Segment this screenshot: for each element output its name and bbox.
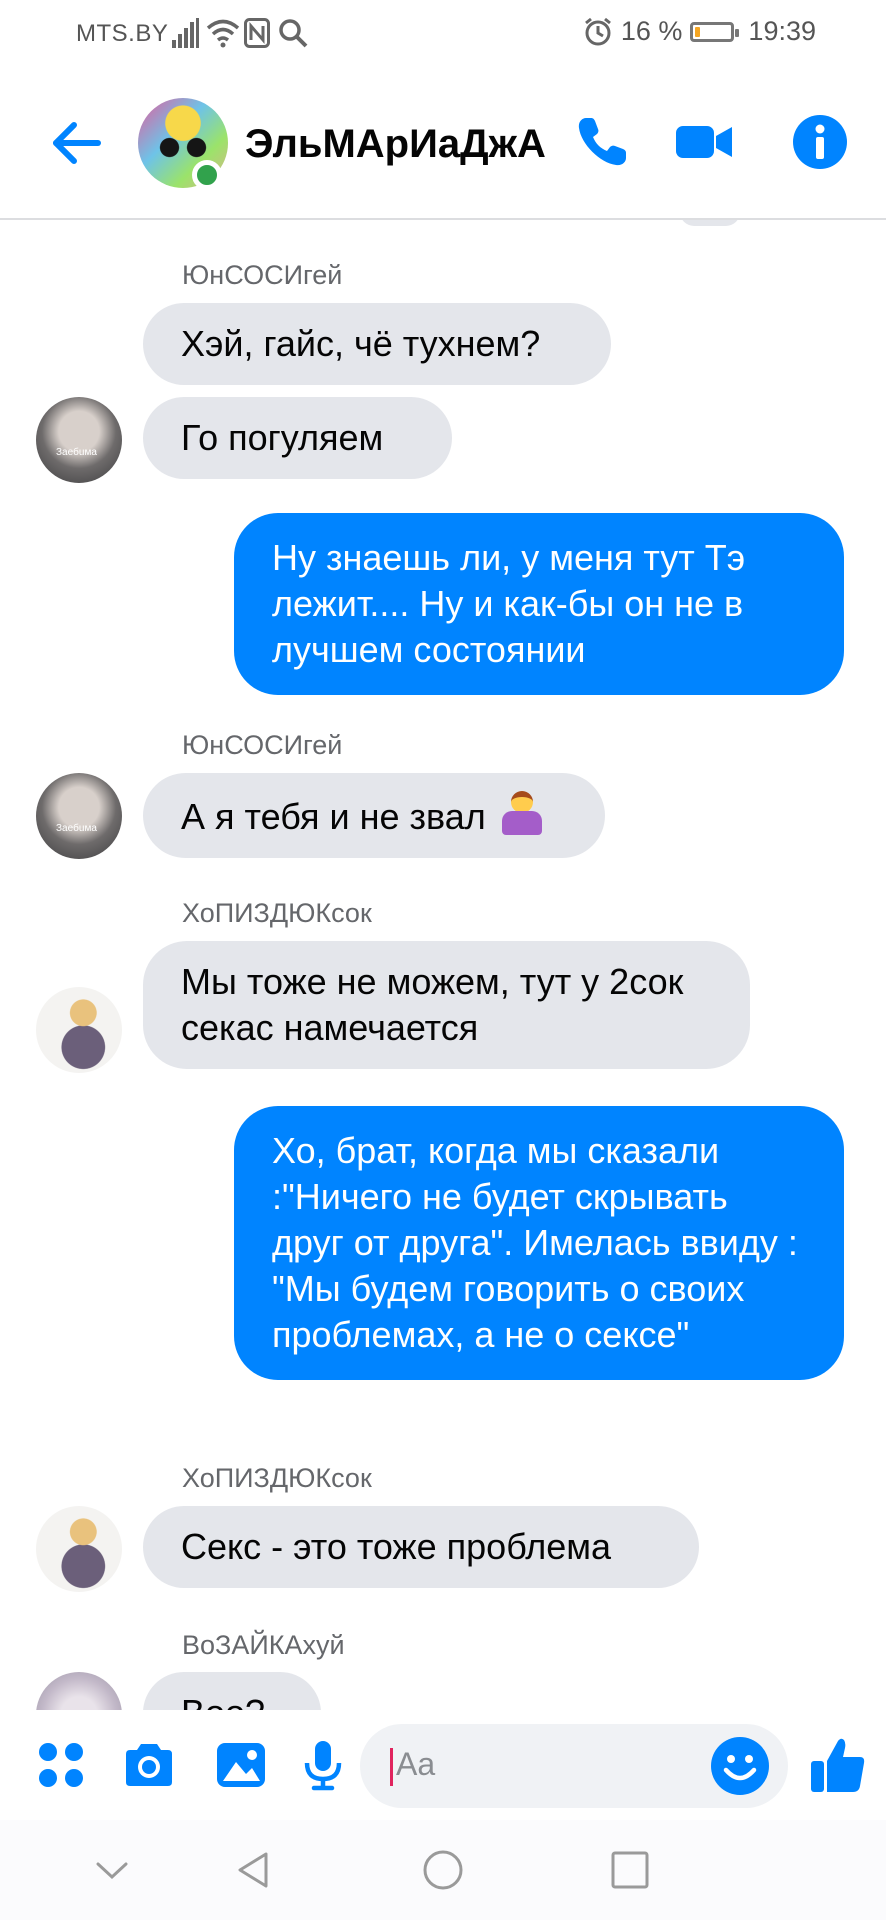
avatar-caption: Зaeбuмa	[56, 447, 97, 458]
online-status-dot	[192, 160, 222, 190]
message-text: Ну знаешь ли, у меня тут Тэ лежит.... Ну…	[272, 537, 746, 670]
sender-name: ЮнСОСИгей	[182, 730, 343, 760]
search-icon	[279, 19, 308, 48]
nfc-icon	[244, 18, 270, 48]
recents-icon[interactable]	[608, 1848, 652, 1892]
sender-avatar[interactable]	[36, 1506, 122, 1592]
message-text: А я тебя и не звал	[181, 796, 486, 837]
sender-name: ХоПИЗДЮКсок	[182, 898, 372, 928]
apps-icon[interactable]	[34, 1738, 88, 1792]
message-text: Хэй, гайс, чё тухнем?	[181, 323, 541, 364]
message-input-placeholder: Aa	[396, 1746, 436, 1782]
message-bubble-incoming[interactable]: Мы тоже не можем, тут у 2сок секас намеч…	[143, 941, 750, 1069]
message-text: Мы тоже не можем, тут у 2сок секас намеч…	[181, 961, 684, 1048]
message-text: Секс - это тоже проблема	[181, 1526, 611, 1567]
alarm-icon	[584, 17, 611, 45]
text-caret	[390, 1748, 393, 1786]
battery-icon	[690, 21, 740, 42]
message-bubble-outgoing[interactable]: Ну знаешь ли, у меня тут Тэ лежит.... Ну…	[234, 513, 844, 695]
contact-name[interactable]: ЭльМАрИаДжА	[245, 122, 546, 167]
wifi-icon	[206, 19, 240, 48]
avatar-caption: Зaeбuмa	[56, 823, 97, 834]
emoji-icon[interactable]	[710, 1736, 770, 1796]
sender-name: ЮнСОСИгей	[182, 260, 343, 290]
clock: 19:39	[748, 16, 816, 46]
person-shrugging-emoji	[501, 791, 542, 835]
message-bubble-incoming[interactable]: Воо?	[143, 1672, 321, 1710]
message-text: Го погуляем	[181, 417, 384, 458]
info-icon[interactable]	[790, 112, 850, 172]
message-text: Воо?	[181, 1692, 265, 1710]
collapse-icon[interactable]	[90, 1848, 134, 1892]
message-bubble-incoming[interactable]: А я тебя и не звал	[143, 773, 605, 858]
previous-message-edge	[680, 220, 740, 226]
phone-icon[interactable]	[572, 112, 632, 172]
battery-percent: 16 %	[620, 16, 683, 46]
back-icon[interactable]	[232, 1848, 276, 1892]
back-arrow-icon[interactable]	[48, 115, 104, 171]
sender-name: ВоЗАЙКАхуй	[182, 1630, 345, 1660]
sender-avatar[interactable]: Зaeбuмa	[36, 397, 122, 483]
message-composer: Aa	[0, 1710, 886, 1820]
microphone-icon[interactable]	[296, 1738, 350, 1792]
sender-avatar[interactable]	[36, 1672, 122, 1710]
gallery-icon[interactable]	[214, 1738, 268, 1792]
sender-name: ХоПИЗДЮКсок	[182, 1463, 372, 1493]
conversation-header: ЭльМАрИаДжА	[0, 70, 886, 220]
message-input[interactable]: Aa	[360, 1724, 788, 1808]
sender-avatar[interactable]	[36, 987, 122, 1073]
signal-icon	[172, 18, 199, 48]
video-call-icon[interactable]	[674, 112, 734, 172]
message-list[interactable]: ЮнСОСИгей Хэй, гайс, чё тухнем? Зaeбuмa …	[0, 220, 886, 1710]
home-icon[interactable]	[421, 1848, 465, 1892]
status-bar: MTS.BY 16 % 19:39	[0, 0, 886, 70]
message-text: Хо, брат, когда мы сказали :"Ничего не б…	[272, 1130, 798, 1355]
carrier-label: MTS.BY	[76, 20, 169, 47]
message-bubble-incoming[interactable]: Го погуляем	[143, 397, 452, 479]
camera-icon[interactable]	[122, 1738, 176, 1792]
message-bubble-incoming[interactable]: Хэй, гайс, чё тухнем?	[143, 303, 611, 385]
message-bubble-outgoing[interactable]: Хо, брат, когда мы сказали :"Ничего не б…	[234, 1106, 844, 1380]
sender-avatar[interactable]: Зaeбuмa	[36, 773, 122, 859]
system-navigation-bar	[0, 1820, 886, 1920]
message-bubble-incoming[interactable]: Секс - это тоже проблема	[143, 1506, 699, 1588]
like-icon[interactable]	[808, 1734, 868, 1794]
